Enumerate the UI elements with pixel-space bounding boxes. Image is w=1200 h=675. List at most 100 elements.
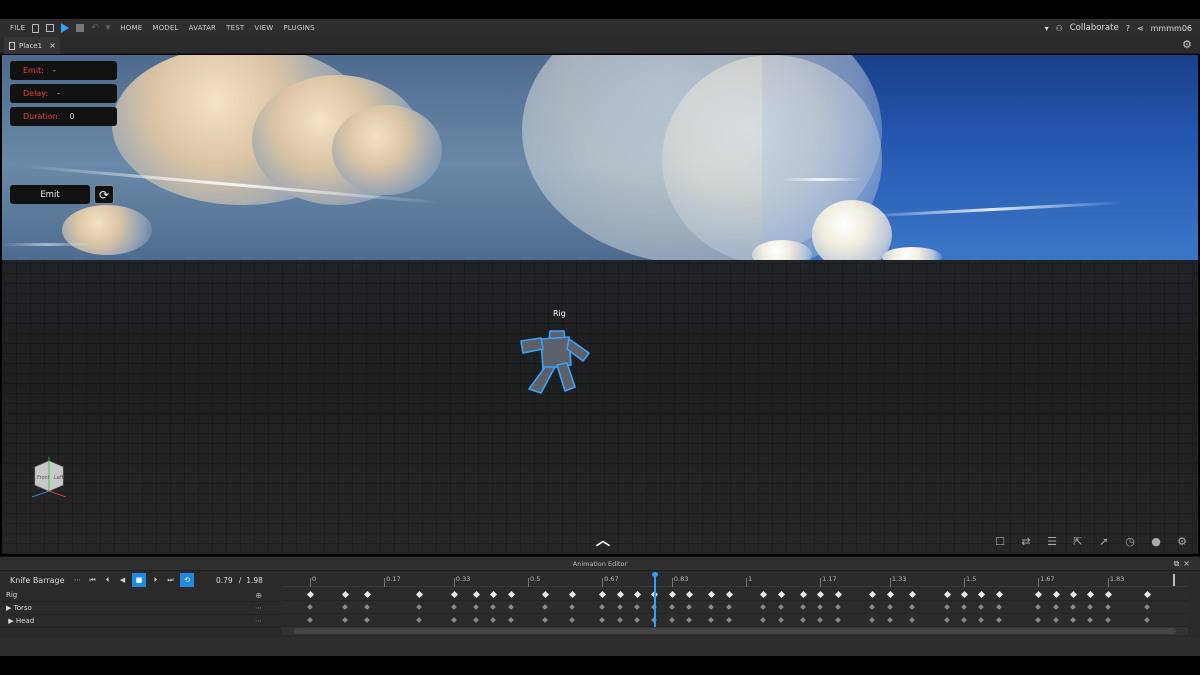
keyframe-diamond[interactable] [760, 617, 767, 623]
menu-model[interactable]: MODEL [152, 24, 178, 32]
keyframe-rows[interactable] [282, 588, 1188, 628]
exit-icon[interactable] [46, 24, 55, 32]
export-icon[interactable]: ⇱ [1068, 531, 1088, 551]
keyframe-diamond[interactable] [908, 590, 916, 599]
keyframe-row-head[interactable] [282, 614, 1188, 627]
settings-gear-icon[interactable]: ⚙ [1182, 39, 1194, 51]
keyframe-diamond[interactable] [1144, 604, 1150, 610]
track-row-rig[interactable]: Rig ⊕ [0, 589, 280, 602]
keyframe-diamond[interactable] [668, 590, 676, 599]
keyframe-diamond[interactable] [669, 604, 675, 610]
keyframe-diamond[interactable] [1087, 590, 1095, 599]
record-icon[interactable]: ● [1146, 531, 1166, 551]
keyframe-diamond[interactable] [978, 604, 985, 610]
menu-home[interactable]: HOME [120, 24, 142, 32]
playhead-scrubber[interactable] [652, 572, 659, 628]
more-options-icon[interactable]: ⋯ [255, 602, 262, 615]
keyframe-diamond[interactable] [616, 590, 624, 599]
keyframe-diamond[interactable] [908, 617, 915, 623]
keyframe-diamond[interactable] [725, 617, 732, 623]
keyframe-diamond[interactable] [416, 604, 422, 610]
keyframe-diamond[interactable] [708, 617, 714, 623]
refresh-icon[interactable]: ⟳ [94, 185, 114, 204]
keyframe-diamond[interactable] [960, 590, 969, 599]
keyframe-diamond[interactable] [472, 604, 479, 610]
more-icon[interactable]: ▾ [106, 23, 111, 33]
chevron-up-icon[interactable]: ︿ [596, 534, 610, 548]
keyframe-diamond[interactable] [834, 590, 842, 599]
keyframe-diamond[interactable] [450, 590, 458, 599]
collaborate-button[interactable]: Collaborate [1070, 23, 1119, 33]
keyframe-diamond[interactable] [887, 617, 893, 623]
timeline-scrollbar[interactable] [282, 627, 1188, 635]
keyframe-diamond[interactable] [799, 604, 806, 610]
new-file-icon[interactable] [32, 23, 40, 33]
animation-end-marker[interactable] [1173, 574, 1176, 586]
keyframe-diamond[interactable] [1035, 617, 1041, 623]
keyframe-diamond[interactable] [686, 590, 694, 599]
username[interactable]: mmmm06 [1151, 24, 1192, 33]
chevron-down-icon[interactable]: ▾ [1045, 24, 1049, 33]
keyframe-diamond[interactable] [817, 590, 825, 599]
keyframe-diamond[interactable] [887, 604, 893, 610]
keyframe-diamond[interactable] [307, 617, 313, 623]
add-track-icon[interactable]: ⊕ [255, 589, 262, 602]
keyframe-diamond[interactable] [415, 590, 424, 599]
keyframe-diamond[interactable] [996, 617, 1002, 623]
loop-icon[interactable]: ⟲ [180, 573, 194, 587]
keyframe-diamond[interactable] [817, 617, 823, 623]
keyframe-diamond[interactable] [1052, 617, 1059, 623]
keyframe-diamond[interactable] [778, 617, 784, 623]
keyframe-row-torso[interactable] [282, 601, 1188, 614]
keyframe-diamond[interactable] [799, 617, 806, 623]
keyframe-diamond[interactable] [1105, 617, 1111, 623]
help-icon[interactable]: ? [1126, 24, 1130, 33]
keyframe-diamond[interactable] [869, 590, 877, 599]
keyframe-diamond[interactable] [1070, 617, 1076, 623]
keyframe-diamond[interactable] [1144, 590, 1152, 599]
keyframe-diamond[interactable] [472, 590, 480, 599]
animation-length[interactable]: 1.98 [246, 576, 263, 585]
keyframe-diamond[interactable] [542, 617, 549, 623]
keyframe-diamond[interactable] [451, 617, 457, 623]
cursor-icon[interactable]: ➚ [1094, 531, 1114, 551]
keyframe-diamond[interactable] [908, 604, 915, 610]
track-row-head[interactable]: ▶ Head ⋯ [0, 615, 280, 628]
menu-test[interactable]: TEST [226, 24, 244, 32]
expand-arrow-icon[interactable]: ▶ [6, 604, 11, 612]
keyframe-diamond[interactable] [799, 590, 807, 599]
window-controls[interactable]: ⧉× [1174, 557, 1194, 571]
current-time[interactable]: 0.79 [216, 576, 233, 585]
keyframe-diamond[interactable] [634, 604, 640, 610]
view-selector-cube[interactable]: Front Left [26, 455, 72, 501]
skip-to-start-icon[interactable]: ⏮ [87, 575, 98, 586]
keyframe-diamond[interactable] [542, 590, 550, 599]
menu-plugins[interactable]: PLUGINS [283, 24, 314, 32]
keyframe-diamond[interactable] [542, 604, 549, 610]
keyframe-diamond[interactable] [363, 617, 370, 623]
keyframe-diamond[interactable] [869, 604, 876, 610]
keyframe-diamond[interactable] [725, 604, 732, 610]
keyframe-diamond[interactable] [363, 590, 371, 599]
select-box-icon[interactable]: ☐ [990, 531, 1010, 551]
keyframe-diamond[interactable] [363, 604, 370, 610]
keyframe-diamond[interactable] [1087, 604, 1094, 610]
keyframe-diamond[interactable] [472, 617, 479, 623]
keyframe-diamond[interactable] [978, 617, 985, 623]
keyframe-diamond[interactable] [1104, 590, 1112, 599]
keyframe-diamond[interactable] [686, 604, 693, 610]
keyframe-diamond[interactable] [943, 590, 951, 599]
keyframe-diamond[interactable] [686, 617, 693, 623]
more-options-icon[interactable]: ⋯ [255, 615, 262, 628]
keyframe-diamond[interactable] [306, 590, 315, 599]
keyframe-diamond[interactable] [995, 590, 1003, 599]
keyframe-diamond[interactable] [1144, 617, 1150, 623]
keyframe-diamond[interactable] [507, 590, 515, 599]
track-row-torso[interactable]: ▶ Torso ⋯ [0, 602, 280, 615]
play-reverse-icon[interactable]: ◀ [117, 575, 128, 586]
stop-icon[interactable]: ■ [132, 573, 146, 587]
keyframe-diamond[interactable] [634, 617, 640, 623]
keyframe-diamond[interactable] [568, 617, 575, 623]
tab-place1[interactable]: Place1 × [4, 37, 60, 54]
keyframe-diamond[interactable] [834, 617, 841, 623]
